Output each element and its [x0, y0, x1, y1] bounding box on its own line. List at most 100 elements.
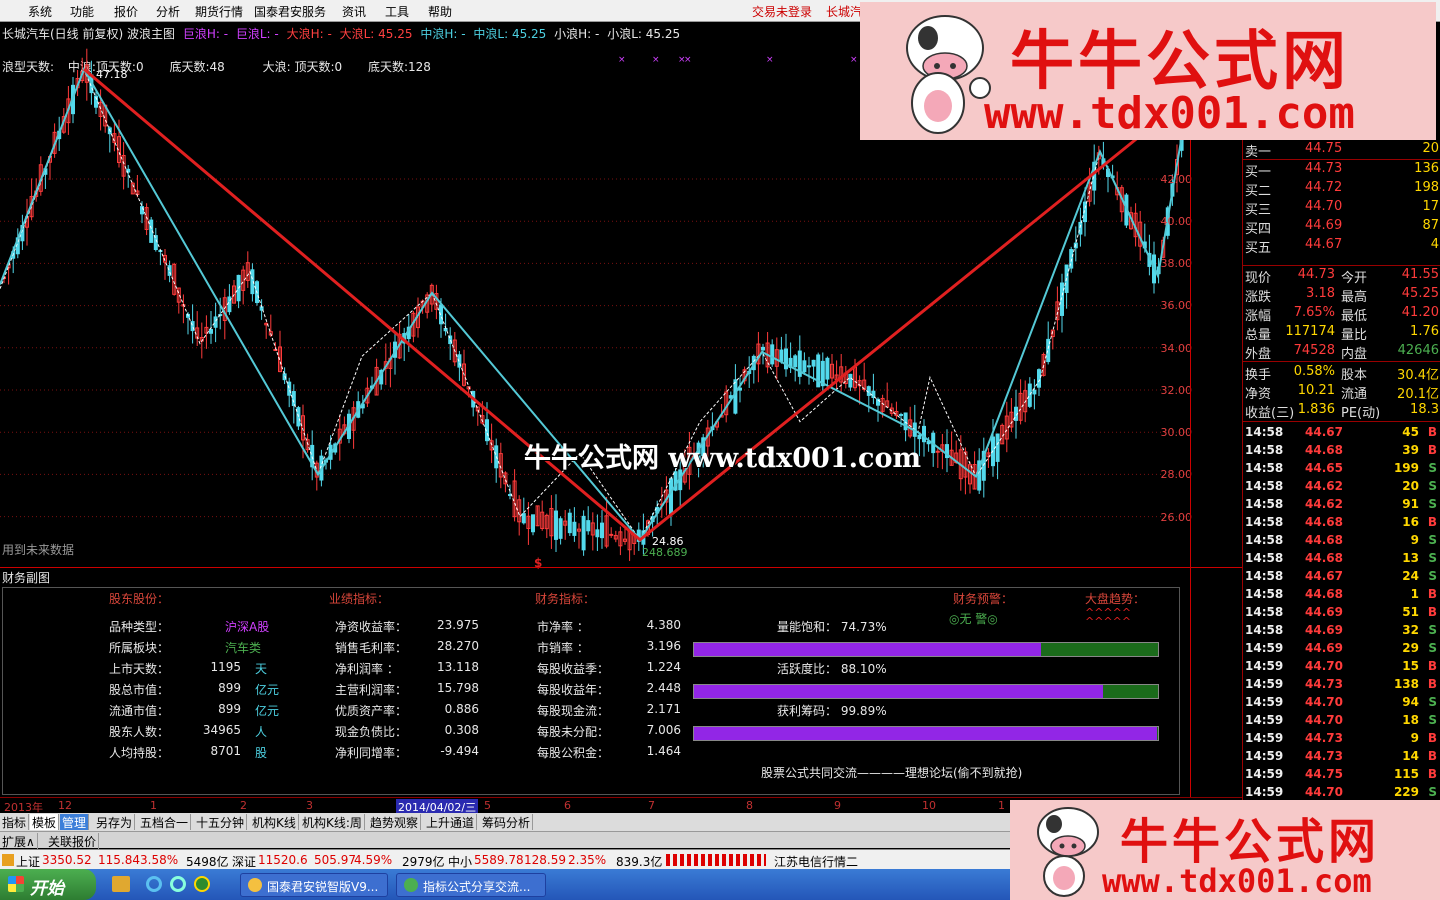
stat-row: 现价 44.73 今开 41.55 [1243, 266, 1440, 286]
candle-body [572, 521, 577, 536]
stat-row: 涨跌 3.18 最高 45.25 [1243, 285, 1440, 305]
sh-label[interactable]: 上证 [16, 853, 40, 870]
menu-news[interactable]: 资讯 [342, 3, 366, 20]
quicklaunch-ie-icon[interactable] [146, 876, 162, 892]
date-label: 2 [240, 799, 247, 812]
fin-metric-value: 2.448 [646, 681, 681, 695]
sz-label[interactable]: 深证 [232, 853, 256, 870]
orderbook-volume: 20 [1422, 141, 1439, 156]
menu-system[interactable]: 系统 [28, 3, 52, 20]
menu-help[interactable]: 帮助 [428, 3, 452, 20]
tick-volume: 39 [1402, 443, 1419, 457]
fin-stock-label: 流通市值： [109, 704, 170, 718]
menu-tools[interactable]: 工具 [385, 3, 409, 20]
tab-indicator[interactable]: 指标 [0, 814, 30, 830]
tick-direction: S [1428, 695, 1437, 709]
candle-body [779, 349, 784, 362]
task-gtja-label: 国泰君安锐智版V9... [267, 880, 379, 894]
menu-analysis[interactable]: 分析 [156, 3, 180, 20]
stat-row: 外盘 74528 内盘 42646 [1243, 342, 1440, 362]
stat-label: 最低 [1341, 309, 1368, 324]
tick-price: 44.67 [1305, 425, 1343, 439]
tick-time: 14:58 [1245, 623, 1284, 637]
tab-up-channel[interactable]: 上升通道 [424, 814, 478, 830]
fin-perf-value: 13.118 [437, 660, 479, 674]
tab-template[interactable]: 模板 [30, 814, 60, 830]
stat-value: 1.836 [1297, 402, 1335, 417]
orderbook-row[interactable]: 买五 44.67 4 [1243, 236, 1440, 256]
tick-time: 14:58 [1245, 587, 1284, 601]
fin-perf-label: 销售毛利率： [335, 641, 408, 655]
tick-direction: S [1428, 533, 1437, 547]
fin-perf-label: 主营利润率： [335, 683, 408, 697]
tick-price: 44.70 [1305, 713, 1343, 727]
fin-metric-label: 每股收益季： [537, 662, 610, 676]
fin-perf-label: 净资收益率： [335, 620, 408, 634]
tick-time: 14:59 [1245, 731, 1284, 745]
orderbook-price: 44.67 [1305, 237, 1343, 252]
tick-volume: 138 [1393, 677, 1419, 691]
tab-trend-watch[interactable]: 趋势观察 [368, 814, 422, 830]
sh-pct: 3.58% [140, 853, 179, 867]
orderbook-row[interactable]: 卖一 44.75 20 [1243, 140, 1440, 160]
tick-volume: 199 [1393, 461, 1419, 475]
quicklaunch-folder-icon[interactable] [112, 876, 130, 892]
task-gtja[interactable]: 国泰君安锐智版V9... [240, 873, 388, 897]
stat-value: 117174 [1285, 324, 1335, 339]
tab-related-quote[interactable]: 关联报价 [46, 833, 100, 849]
tick-price: 44.68 [1305, 533, 1343, 547]
zx-amount: 839.3亿 [616, 855, 663, 869]
y-tick: 36.00 [1160, 299, 1193, 312]
stat-row: 收益(三) 1.836 PE(动) 18.3 [1243, 401, 1440, 421]
stat-value: 20.1亿 [1397, 387, 1439, 402]
tick-direction: S [1428, 551, 1437, 565]
finance-panel: 股东股份： 业绩指标： 财务指标： 财务预警： 大盘趋势： ◎无 警◎ ^^^^… [2, 587, 1180, 795]
y-tick: 40.00 [1160, 215, 1193, 228]
fin-progress-bar [693, 642, 1159, 657]
menu-futures[interactable]: 期货行情 [195, 3, 243, 20]
tab-15min[interactable]: 十五分钟 [194, 814, 248, 830]
menu-function[interactable]: 功能 [70, 3, 94, 20]
signal-x-marker: × [652, 55, 660, 65]
tick-row: 14:58 44.68 13 S [1243, 550, 1440, 568]
sh-change: 115.84 [98, 853, 140, 867]
orderbook-row[interactable]: 买二 44.72 198 [1243, 179, 1440, 199]
fin-stock-value: 沪深A股 [225, 620, 270, 634]
fin-metric-label: 每股未分配： [537, 725, 610, 739]
stat-label: 净资 [1245, 387, 1272, 402]
fin-perf-value: 23.975 [437, 618, 479, 632]
orderbook-row[interactable]: 买四 44.69 87 [1243, 217, 1440, 237]
orderbook-row[interactable]: 买三 44.70 17 [1243, 198, 1440, 218]
tick-time: 14:58 [1245, 497, 1284, 511]
quicklaunch-browser-icon[interactable] [170, 876, 186, 892]
quicklaunch-app-icon[interactable] [194, 876, 210, 892]
menu-quote[interactable]: 报价 [114, 3, 138, 20]
tick-price: 44.73 [1305, 749, 1343, 763]
date-label: 5 [484, 799, 491, 812]
tick-direction: B [1427, 677, 1437, 691]
tab-save-as[interactable]: 另存为 [94, 814, 136, 830]
zx-label[interactable]: 中小 [448, 853, 472, 870]
tab-chip-analysis[interactable]: 筹码分析 [480, 814, 534, 830]
watermark-banner-bottom: 牛牛公式网 www.tdx001.com [1010, 800, 1440, 900]
signal-x-marker: × [618, 55, 626, 65]
gtja-app-icon [248, 878, 262, 892]
fin-metric-value: 3.196 [646, 639, 681, 653]
trade-login-status[interactable]: 交易未登录 [752, 3, 812, 20]
menu-gtja-service[interactable]: 国泰君安服务 [254, 3, 326, 20]
stock-name-short: 长城汽 [826, 5, 863, 19]
tick-row: 14:59 44.69 29 S [1243, 640, 1440, 658]
tab-manage[interactable]: 管理 [60, 814, 90, 830]
tab-inst-kline-week[interactable]: 机构K线:周 [300, 814, 365, 830]
tab-expand[interactable]: 扩展∧ [0, 833, 38, 849]
data-provider: 江苏电信行情二 [774, 855, 859, 869]
stat-value: 10.21 [1297, 383, 1335, 398]
task-formula-share[interactable]: 指标公式分享交流... [396, 873, 546, 897]
tab-five-in-one[interactable]: 五档合一 [138, 814, 192, 830]
fin-metric-label: 市销率 ： [537, 641, 589, 655]
orderbook-volume: 4 [1430, 237, 1439, 252]
tab-inst-kline[interactable]: 机构K线 [250, 814, 299, 830]
candle-body [296, 407, 301, 427]
candle-body [581, 515, 586, 551]
orderbook-row[interactable]: 买一 44.73 136 [1243, 160, 1440, 180]
